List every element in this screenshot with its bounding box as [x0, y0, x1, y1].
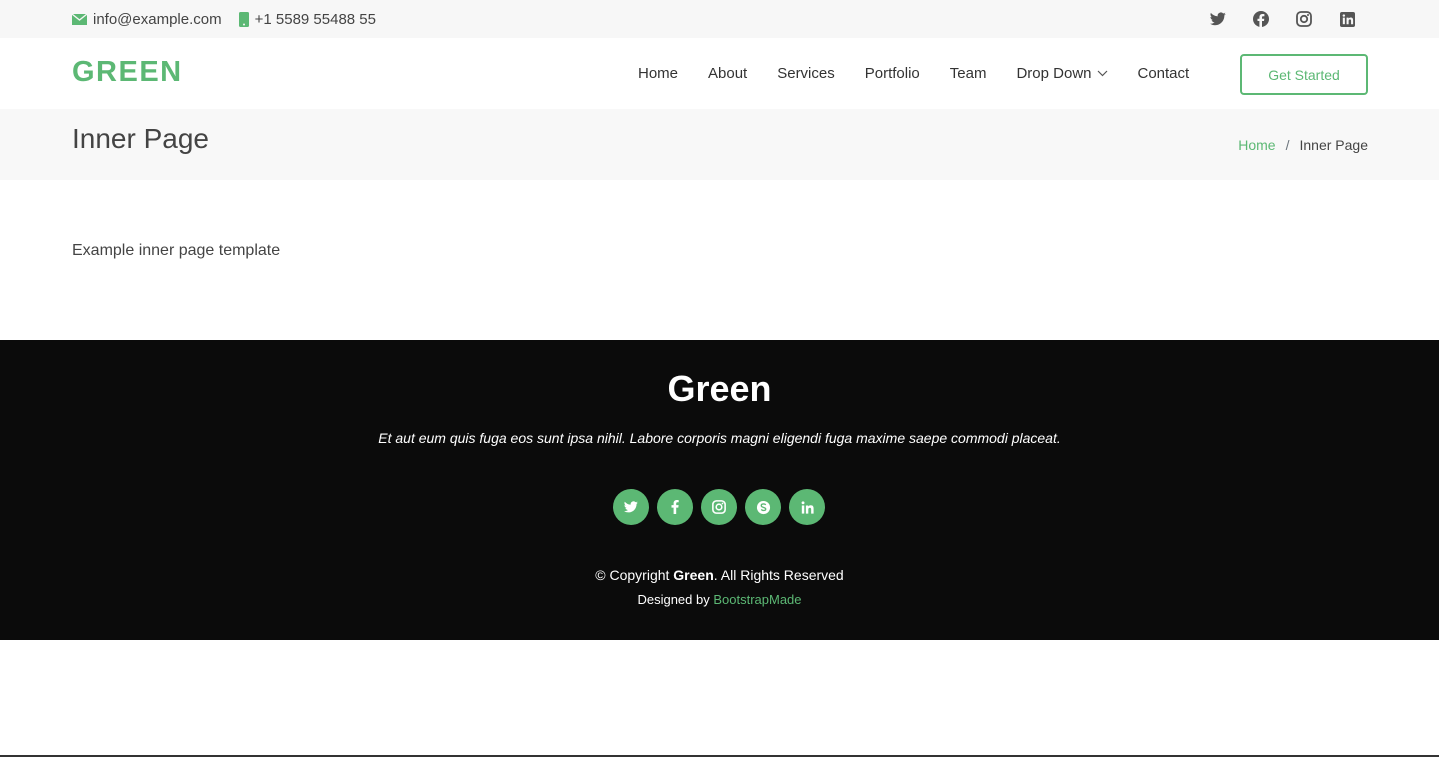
footer-social-links	[613, 489, 833, 525]
footer-brand: Green	[667, 368, 772, 409]
chevron-down-icon	[1097, 70, 1107, 77]
instagram-icon[interactable]	[701, 489, 737, 525]
contact-info: info@example.com +1 5589 55488 55	[72, 0, 393, 38]
email-text: info@example.com	[93, 10, 222, 28]
main-nav: Home About Services Portfolio Team Drop …	[623, 38, 1204, 109]
breadcrumb-home-link[interactable]: Home	[1238, 137, 1275, 153]
email-contact[interactable]: info@example.com	[72, 11, 222, 28]
phone-icon	[238, 11, 249, 27]
instagram-icon[interactable]	[1294, 9, 1314, 29]
credits-text: Designed by BootstrapMade	[637, 592, 802, 607]
page-title: Inner Page	[72, 123, 209, 154]
envelope-icon	[72, 13, 87, 25]
phone-contact[interactable]: +1 5589 55488 55	[238, 10, 376, 28]
linkedin-icon[interactable]	[1337, 9, 1357, 29]
main-content-text: Example inner page template	[72, 242, 281, 259]
copyright-brand: Green	[673, 567, 714, 583]
topbar: info@example.com +1 5589 55488 55	[0, 0, 1439, 38]
nav-contact[interactable]: Contact	[1123, 65, 1205, 82]
twitter-icon[interactable]	[613, 489, 649, 525]
nav-services[interactable]: Services	[762, 65, 850, 82]
nav-portfolio[interactable]: Portfolio	[850, 65, 935, 82]
twitter-icon[interactable]	[1208, 9, 1228, 29]
nav-about[interactable]: About	[693, 65, 762, 82]
nav-team[interactable]: Team	[935, 65, 1002, 82]
nav-dropdown[interactable]: Drop Down	[1001, 65, 1122, 82]
facebook-icon[interactable]	[1251, 9, 1271, 29]
phone-text: +1 5589 55488 55	[254, 10, 376, 28]
facebook-icon[interactable]	[657, 489, 693, 525]
breadcrumb-current: Inner Page	[1299, 136, 1369, 153]
get-started-button[interactable]: Get Started	[1240, 54, 1368, 95]
bootstrapmade-link[interactable]: BootstrapMade	[713, 592, 801, 607]
site-logo[interactable]: GREEN	[72, 56, 183, 89]
topbar-social-links	[1185, 0, 1357, 38]
linkedin-icon[interactable]	[789, 489, 825, 525]
footer-tagline: Et aut eum quis fuga eos sunt ipsa nihil…	[378, 430, 1061, 446]
site-header: GREEN Home About Services Portfolio Team…	[0, 38, 1439, 109]
breadcrumbs-section: Inner Page Home / Inner Page	[0, 109, 1439, 180]
site-footer: Green Et aut eum quis fuga eos sunt ipsa…	[0, 340, 1439, 640]
nav-home[interactable]: Home	[623, 65, 693, 82]
copyright-text: © Copyright Green. All Rights Reserved	[595, 567, 844, 583]
skype-icon[interactable]	[745, 489, 781, 525]
breadcrumb-separator: /	[1285, 136, 1290, 153]
breadcrumb: Home / Inner Page	[1238, 109, 1368, 180]
